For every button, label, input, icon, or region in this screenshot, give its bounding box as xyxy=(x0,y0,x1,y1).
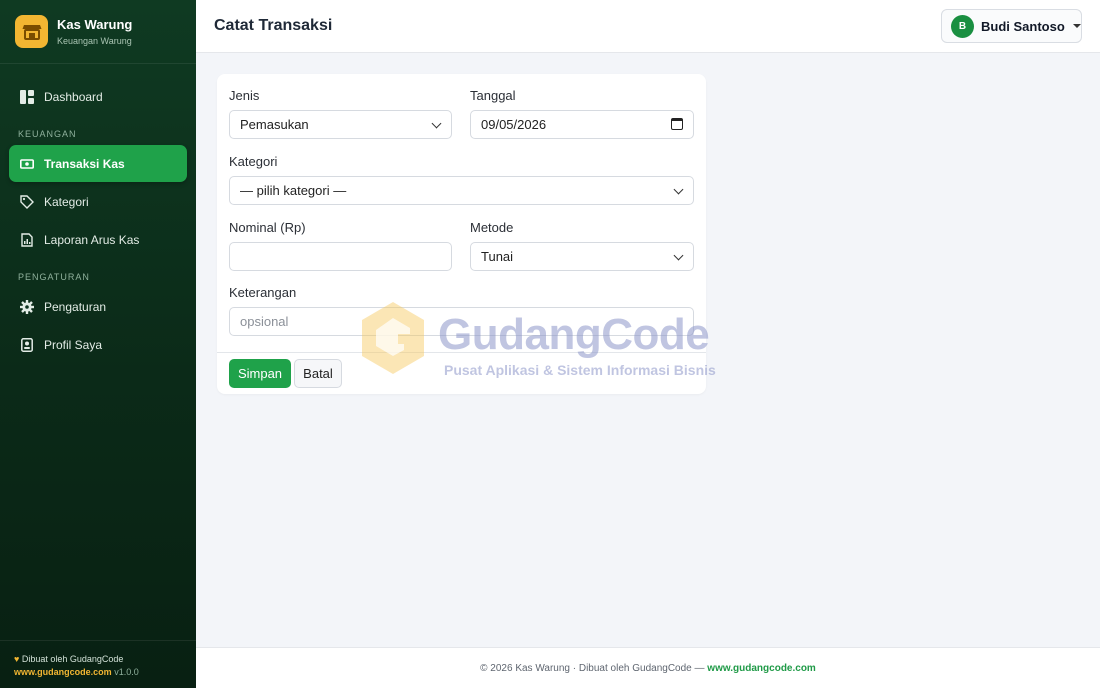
sidebar-item-pengaturan[interactable]: Pengaturan xyxy=(9,288,187,325)
calendar-icon[interactable] xyxy=(671,118,683,130)
sidebar-item-label: Kategori xyxy=(44,194,89,209)
nominal-input[interactable] xyxy=(229,242,452,271)
chevron-down-icon xyxy=(431,118,442,129)
keterangan-input[interactable]: opsional xyxy=(229,307,694,336)
sidebar-item-label: Transaksi Kas xyxy=(44,156,125,171)
user-name: Budi Santoso xyxy=(981,18,1065,34)
section-pengaturan: PENGATURAN xyxy=(18,272,90,282)
jenis-select[interactable]: Pemasukan xyxy=(229,110,452,139)
section-keuangan: KEUANGAN xyxy=(18,129,77,139)
metode-select[interactable]: Tunai xyxy=(470,242,694,271)
cash-icon xyxy=(20,157,34,171)
chevron-down-icon xyxy=(673,184,684,195)
sidebar-item-label: Profil Saya xyxy=(44,337,103,352)
sidebar-nav: Dashboard KEUANGAN Transaksi Kas Kategor… xyxy=(0,64,196,363)
avatar: B xyxy=(951,14,974,38)
chevron-down-icon xyxy=(673,250,684,261)
sidebar-item-dashboard[interactable]: Dashboard xyxy=(9,78,187,115)
sidebar-footer: ♥ Dibuat oleh GudangCode www.gudangcode.… xyxy=(0,640,196,688)
sidebar-item-profil-saya[interactable]: Profil Saya xyxy=(9,326,187,363)
kategori-label: Kategori xyxy=(229,154,278,169)
sidebar-item-label: Dashboard xyxy=(44,89,103,104)
user-menu-button[interactable]: B Budi Santoso xyxy=(941,9,1082,43)
app-name: Kas Warung xyxy=(57,17,133,32)
tag-icon xyxy=(20,194,34,209)
credit-text: Dibuat oleh GudangCode xyxy=(21,654,124,664)
page-footer: © 2026 Kas Warung · Dibuat oleh GudangCo… xyxy=(196,647,1100,688)
report-icon xyxy=(20,232,34,247)
save-button[interactable]: Simpan xyxy=(229,359,291,388)
keterangan-label: Keterangan xyxy=(229,285,297,300)
profile-icon xyxy=(20,337,34,352)
sidebar: Kas Warung Keuangan Warung Dashboard KEU… xyxy=(0,0,196,688)
tanggal-label: Tanggal xyxy=(470,88,516,103)
cancel-button[interactable]: Batal xyxy=(294,359,342,388)
sidebar-item-label: Pengaturan xyxy=(44,299,107,314)
store-icon xyxy=(15,15,48,48)
topbar: Catat Transaksi B Budi Santoso xyxy=(196,0,1100,53)
jenis-label: Jenis xyxy=(229,88,260,103)
metode-label: Metode xyxy=(470,220,514,235)
sidebar-item-laporan-arus-kas[interactable]: Laporan Arus Kas xyxy=(9,221,187,258)
app-subtitle: Keuangan Warung xyxy=(57,36,132,46)
site-link[interactable]: www.gudangcode.com xyxy=(14,667,112,677)
kategori-select[interactable]: — pilih kategori — xyxy=(229,176,694,205)
gear-icon xyxy=(20,299,34,314)
form-divider xyxy=(217,352,706,353)
nominal-label: Nominal (Rp) xyxy=(229,220,306,235)
footer-text: © 2026 Kas Warung · Dibuat oleh GudangCo… xyxy=(480,663,708,674)
brand[interactable]: Kas Warung Keuangan Warung xyxy=(0,0,196,64)
keterangan-placeholder: opsional xyxy=(240,314,289,329)
tanggal-value: 09/05/2026 xyxy=(481,117,547,132)
sidebar-item-kategori[interactable]: Kategori xyxy=(9,183,187,220)
tanggal-input[interactable]: 09/05/2026 xyxy=(470,110,694,139)
metode-value: Tunai xyxy=(481,249,514,264)
transaction-form-card: Jenis Pemasukan Tanggal 09/05/2026 Kateg… xyxy=(217,74,706,394)
sidebar-item-label: Laporan Arus Kas xyxy=(44,232,140,247)
page-title: Catat Transaksi xyxy=(214,17,333,34)
jenis-value: Pemasukan xyxy=(240,117,309,132)
sidebar-item-transaksi-kas[interactable]: Transaksi Kas xyxy=(9,145,187,182)
kategori-value: — pilih kategori — xyxy=(240,183,347,198)
version-text: v1.0.0 xyxy=(114,667,139,677)
caret-down-icon xyxy=(1072,24,1081,28)
heart-icon: ♥ xyxy=(14,654,20,664)
footer-link[interactable]: www.gudangcode.com xyxy=(707,663,816,674)
dashboard-icon xyxy=(20,89,34,104)
